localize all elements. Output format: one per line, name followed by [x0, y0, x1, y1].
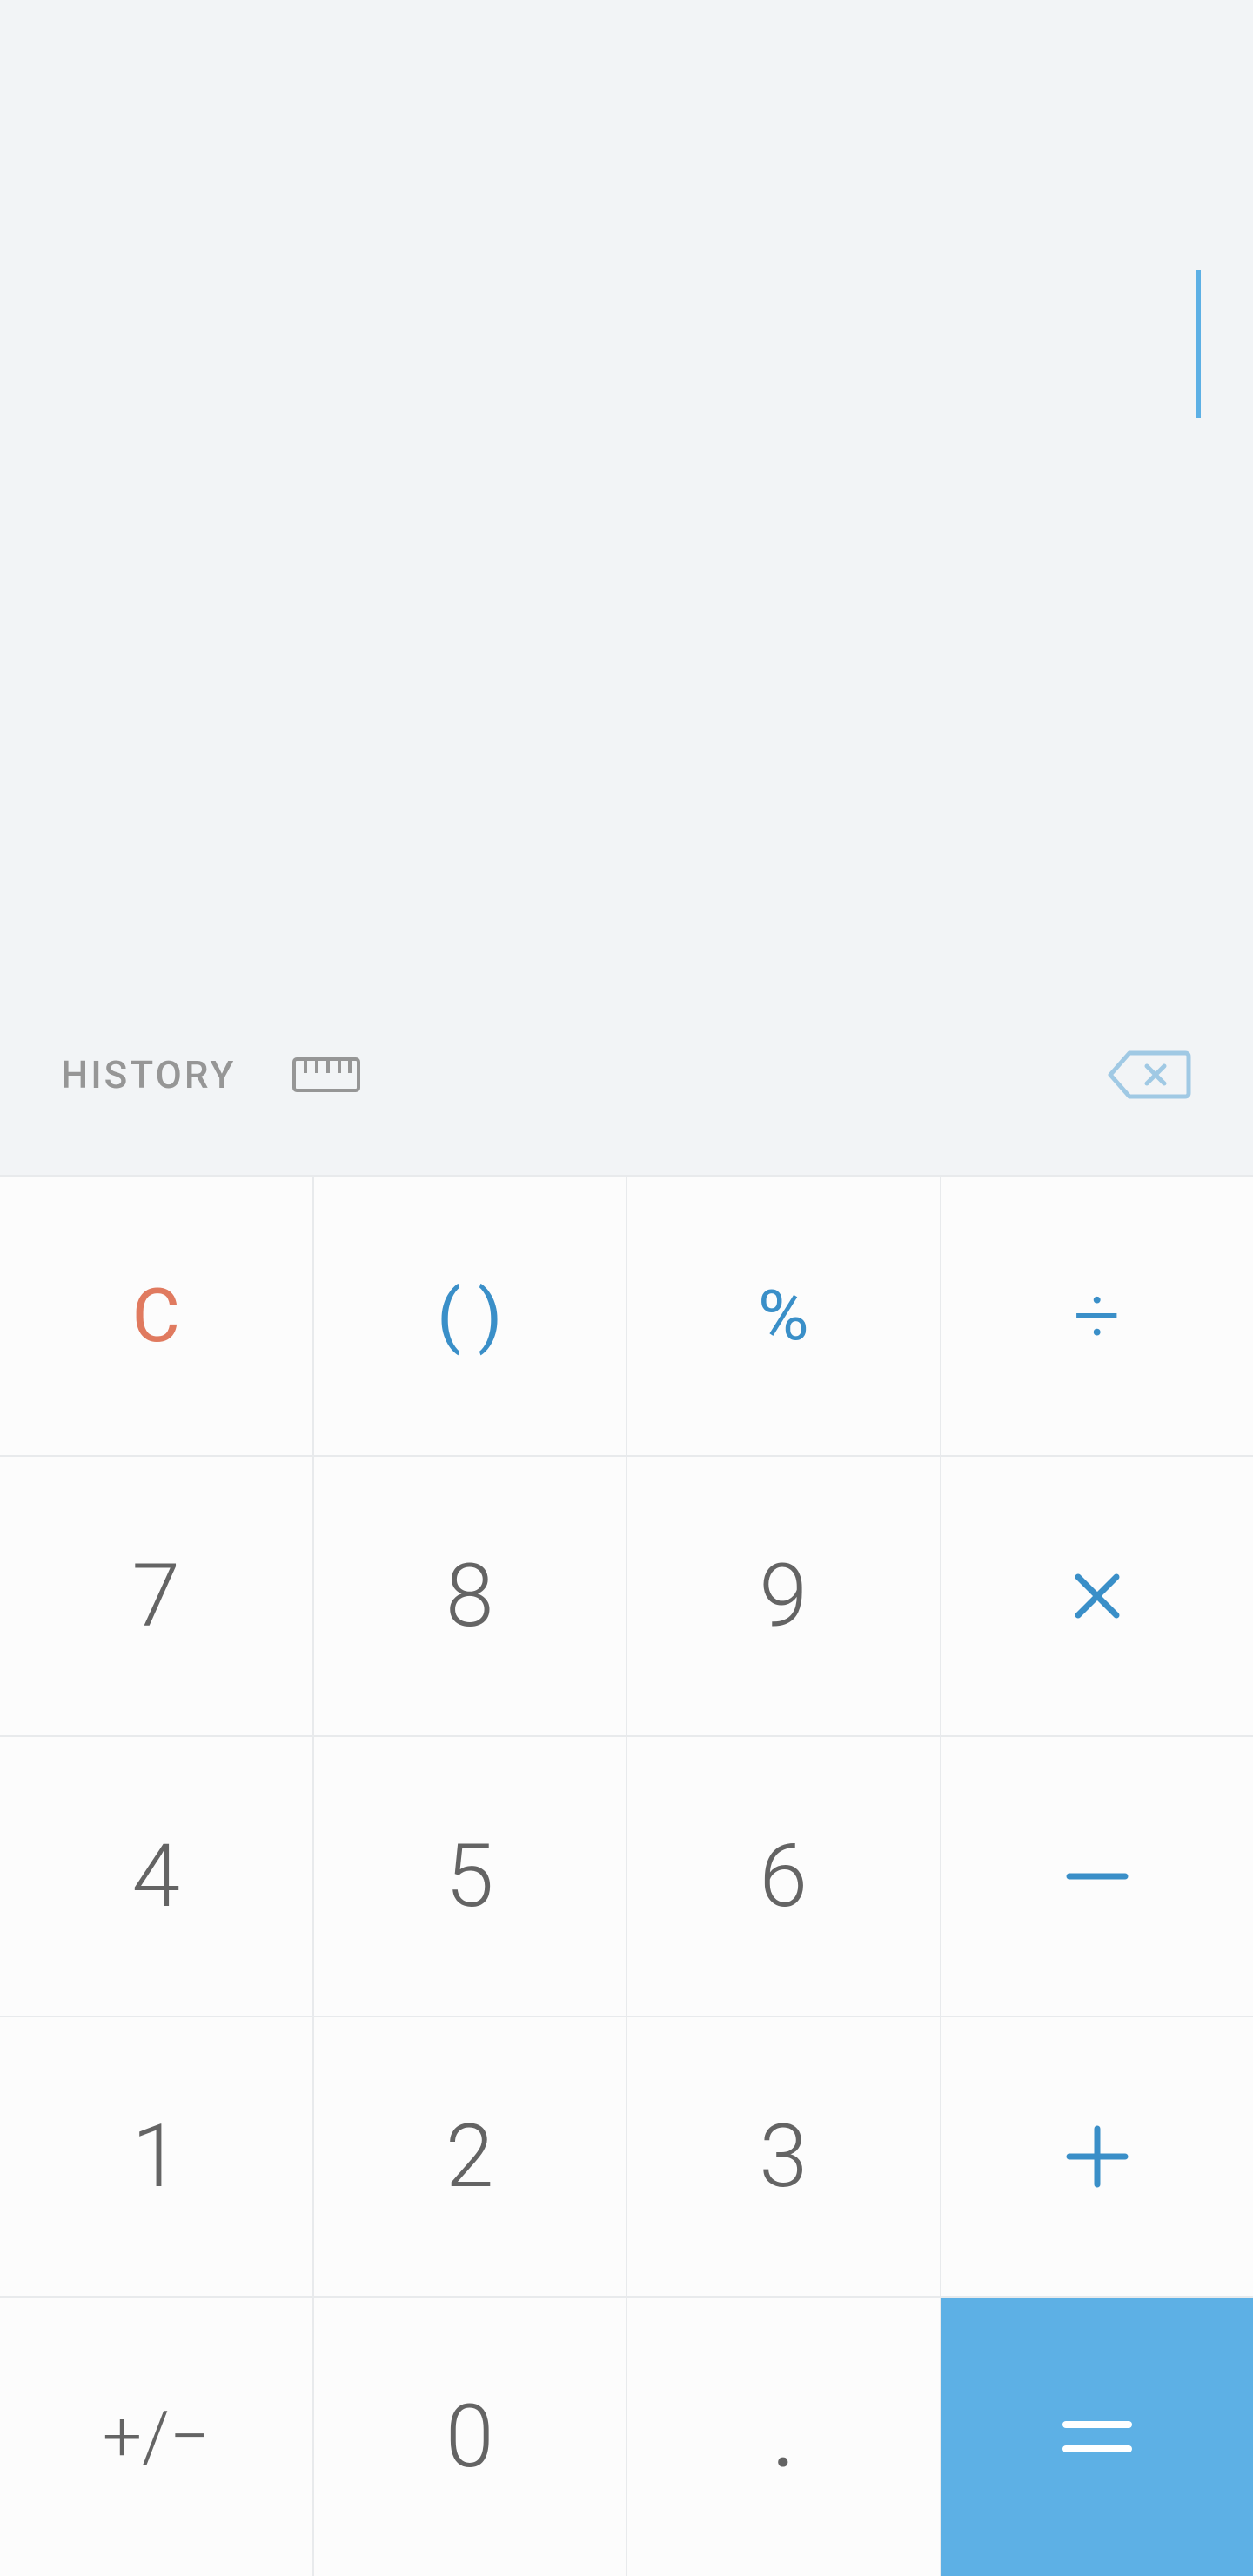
digit-9-button[interactable]: 9	[627, 1457, 940, 1735]
digit-1-button[interactable]: 1	[0, 2017, 312, 2296]
plus-button[interactable]	[941, 2017, 1253, 2296]
digit-8-button[interactable]: 8	[314, 1457, 626, 1735]
toolbar: HISTORY	[0, 975, 1253, 1175]
digit-3-button[interactable]: 3	[627, 2017, 940, 2296]
digit-6-button[interactable]: 6	[627, 1737, 940, 2016]
clear-button[interactable]: C	[0, 1177, 312, 1455]
percent-button[interactable]: %	[627, 1177, 940, 1455]
decimal-button[interactable]: .	[627, 2298, 940, 2576]
keypad: C ( ) % ÷ 7 8 9 4 5 6 1 2 3 +/− 0 .	[0, 1175, 1253, 2576]
digit-0-button[interactable]: 0	[314, 2298, 626, 2576]
sign-button[interactable]: +/−	[0, 2298, 312, 2576]
digit-5-button[interactable]: 5	[314, 1737, 626, 2016]
divide-button[interactable]: ÷	[941, 1177, 1253, 1455]
digit-2-button[interactable]: 2	[314, 2017, 626, 2296]
digit-7-button[interactable]: 7	[0, 1457, 312, 1735]
parentheses-button[interactable]: ( )	[314, 1177, 626, 1455]
minus-button[interactable]	[941, 1737, 1253, 2016]
ruler-icon[interactable]	[292, 1057, 360, 1092]
digit-4-button[interactable]: 4	[0, 1737, 312, 2016]
equals-button[interactable]	[941, 2298, 1253, 2576]
backspace-button[interactable]	[1105, 1050, 1192, 1100]
calculator-display	[0, 0, 1253, 975]
multiply-button[interactable]	[941, 1457, 1253, 1735]
input-cursor	[1196, 270, 1201, 418]
history-button[interactable]: HISTORY	[61, 1052, 236, 1097]
